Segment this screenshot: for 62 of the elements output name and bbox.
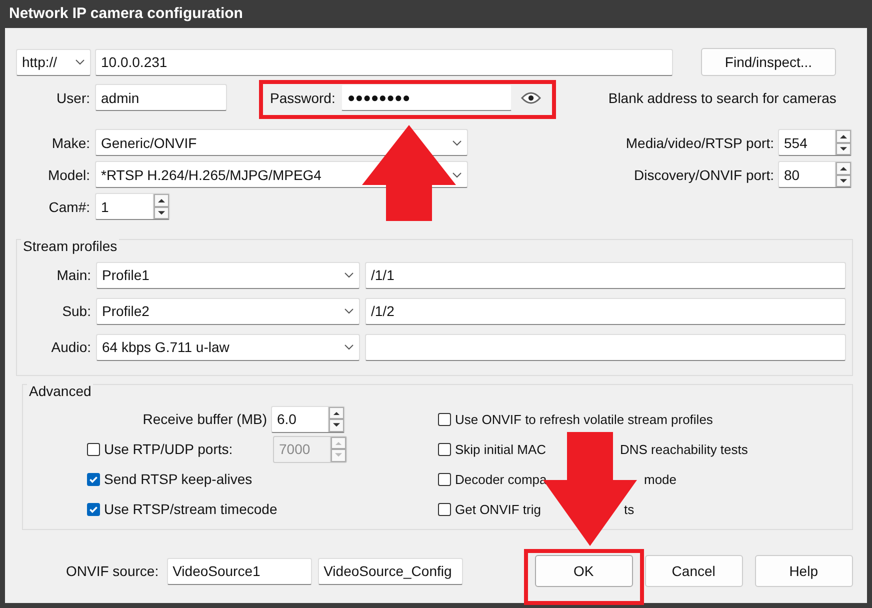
dialog-button[interactable]: Help — [754, 555, 853, 587]
buffer-spinbox[interactable]: 6.0 — [271, 406, 345, 432]
option-checkbox[interactable]: Decoder compa — [438, 472, 547, 486]
eye-icon[interactable] — [521, 90, 542, 104]
dialog-button[interactable]: OK — [534, 555, 633, 587]
model-label: Model: — [46, 166, 90, 182]
path-field[interactable]: /1/1 — [365, 262, 846, 288]
spin-down-icon[interactable] — [836, 174, 851, 187]
user-field[interactable]: admin — [95, 84, 227, 111]
path-field[interactable]: /1/2 — [365, 298, 846, 324]
option-label: ts — [624, 502, 634, 516]
cam-label: Cam#: — [48, 198, 90, 214]
onvif-source-label: ONVIF source: — [66, 563, 159, 579]
make-dropdown[interactable]: Generic/ONVIF — [95, 129, 468, 156]
profile-dropdown[interactable]: Profile2 — [96, 298, 360, 324]
chevron-icon — [344, 344, 354, 350]
profile-dropdown[interactable]: 64 kbps G.711 u-law — [96, 334, 360, 360]
spin-down-icon[interactable] — [154, 206, 169, 219]
port-label: Discovery/ONVIF port: — [634, 166, 774, 182]
option-checkbox[interactable]: Send RTSP keep-alives — [87, 471, 273, 487]
profile-label: Main: — [56, 267, 91, 283]
user-label: User: — [56, 90, 90, 106]
profile-label: Audio: — [50, 339, 91, 355]
spin-up-icon[interactable] — [329, 406, 344, 419]
checkmark-icon — [88, 474, 99, 484]
port-spinbox[interactable]: 80 — [778, 161, 852, 188]
group-title: Advanced — [27, 383, 94, 399]
config-field[interactable]: VideoSource_Config — [318, 558, 463, 584]
buffer-label: Receive buffer (MB) — [142, 411, 267, 427]
address-field[interactable]: 10.0.0.231 — [95, 48, 673, 76]
spin-down-icon[interactable] — [329, 419, 344, 432]
make-label: Make: — [50, 134, 90, 150]
chevron-icon — [344, 272, 354, 278]
scheme-dropdown[interactable]: http:// — [16, 48, 91, 76]
source-field[interactable]: VideoSource1 — [166, 558, 312, 584]
chevron-icon — [75, 59, 85, 65]
path-field[interactable] — [365, 334, 846, 360]
group-title: Stream profiles — [21, 238, 120, 254]
spin-up-icon[interactable] — [154, 194, 169, 206]
checkmark-icon — [88, 504, 99, 514]
option-checkbox[interactable]: Use ONVIF to refresh volatile stream profiles — [438, 412, 713, 426]
hint-text: Blank address to search for cameras — [608, 90, 836, 106]
chevron-icon — [344, 308, 354, 314]
option-checkbox[interactable]: Skip initial MAC — [438, 442, 546, 456]
window-title: Network IP camera configuration — [8, 4, 244, 24]
port-spinbox[interactable]: 554 — [778, 129, 852, 156]
chevron-icon — [452, 140, 462, 146]
option-label: mode — [644, 472, 677, 486]
find-button[interactable]: Find/inspect... — [701, 48, 836, 76]
port-label: Media/video/RTSP port: — [626, 134, 774, 150]
spin-up-icon[interactable] — [836, 162, 851, 174]
cam-spinbox[interactable]: 1 — [95, 193, 170, 220]
profile-dropdown[interactable]: Profile1 — [96, 262, 360, 288]
profile-label: Sub: — [61, 303, 91, 319]
chevron-icon — [452, 172, 462, 178]
password-field[interactable]: ●●●●●●●● — [341, 84, 512, 111]
option-label: DNS reachability tests — [620, 442, 748, 456]
spin-up-icon[interactable] — [836, 130, 851, 142]
spin-down-icon[interactable] — [836, 142, 851, 155]
password-label: Password: — [270, 90, 336, 106]
option-checkbox[interactable]: Get ONVIF trig — [438, 502, 541, 516]
dialog-button[interactable]: Cancel — [644, 555, 743, 587]
